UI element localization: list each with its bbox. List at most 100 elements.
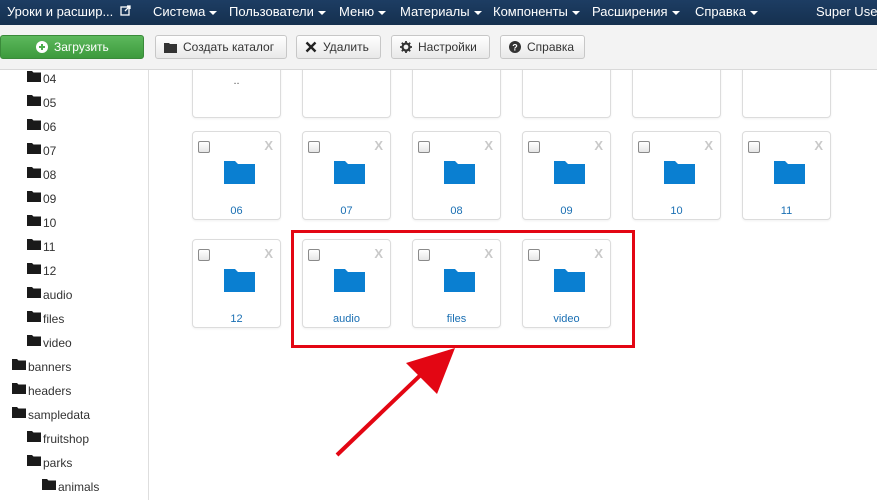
tree-item-audio[interactable]: audio (27, 287, 72, 303)
tree-item-sampledata[interactable]: sampledata (12, 407, 90, 423)
tree-item-video[interactable]: video (27, 335, 72, 351)
delete-button[interactable]: Удалить (296, 35, 381, 59)
tree-item-11[interactable]: 11 (27, 239, 55, 255)
select-checkbox[interactable] (308, 141, 320, 153)
tree-item-08[interactable]: 08 (27, 167, 56, 183)
delete-x-icon[interactable]: X (814, 138, 823, 153)
tree-item-06[interactable]: 06 (27, 119, 56, 135)
delete-button-label: Удалить (323, 40, 369, 54)
chevron-down-icon (571, 10, 580, 15)
select-checkbox[interactable] (528, 141, 540, 153)
upload-button[interactable]: Загрузить (0, 35, 144, 59)
tile-label: 11 (780, 205, 793, 217)
help-button-label: Справка (527, 40, 575, 54)
tile-label: 02 (413, 70, 500, 73)
tile-label: .. (233, 75, 240, 87)
folder-icon (27, 95, 41, 106)
folder-tile-05[interactable]: 05 (742, 70, 831, 118)
folder-icon (224, 161, 255, 184)
menu-menus-label: Меню (339, 4, 375, 19)
menu-system-label: Система (153, 4, 206, 19)
tile-label: 09 (560, 205, 573, 217)
settings-button[interactable]: Настройки (391, 35, 490, 59)
folder-tile-07[interactable]: X 07 (302, 131, 391, 220)
folder-tile-01[interactable]: 01 (302, 70, 391, 118)
tree-item-05[interactable]: 05 (27, 95, 56, 111)
menu-extensions[interactable]: Расширения (592, 4, 680, 19)
tree-item-animals[interactable]: animals (42, 479, 99, 495)
menu-menus[interactable]: Меню (339, 4, 387, 19)
tree-item-label: audio (43, 288, 73, 302)
tree-item-label: files (43, 312, 65, 326)
tree-item-10[interactable]: 10 (27, 215, 56, 231)
tree-item-label: video (43, 336, 72, 350)
tile-label: 03 (523, 70, 610, 73)
folder-icon (27, 311, 41, 322)
tree-item-label: parks (43, 456, 73, 470)
chevron-down-icon (473, 10, 482, 15)
gear-icon (400, 41, 412, 53)
select-checkbox[interactable] (198, 141, 210, 153)
tree-item-07[interactable]: 07 (27, 143, 56, 159)
menu-components[interactable]: Компоненты (493, 4, 580, 19)
folder-tile-06[interactable]: X 06 (192, 131, 281, 220)
menu-system[interactable]: Система (153, 4, 218, 19)
select-checkbox[interactable] (638, 141, 650, 153)
delete-x-icon[interactable]: X (264, 246, 273, 261)
folder-icon (334, 161, 365, 184)
question-circle-icon: ? (509, 41, 521, 53)
menu-help[interactable]: Справка (695, 4, 758, 19)
folder-icon (27, 431, 41, 442)
delete-x-icon[interactable]: X (374, 138, 383, 153)
tile-label: 01 (303, 70, 390, 73)
menu-users[interactable]: Пользователи (229, 4, 326, 19)
tree-item-label: 10 (43, 216, 57, 230)
menu-users-label: Пользователи (229, 4, 314, 19)
plus-circle-icon (36, 41, 48, 53)
user-menu[interactable]: Super User (816, 4, 877, 19)
external-link-icon[interactable] (120, 5, 131, 16)
tree-item-banners[interactable]: banners (12, 359, 71, 375)
select-checkbox[interactable] (418, 141, 430, 153)
select-checkbox[interactable] (748, 141, 760, 153)
toolbar: Загрузить Создать каталог Удалить Настро… (0, 25, 877, 70)
tree-item-files[interactable]: files (27, 311, 64, 327)
delete-x-icon[interactable]: X (704, 138, 713, 153)
folder-tile-10[interactable]: X 10 (632, 131, 721, 220)
tree-item-parks[interactable]: parks (27, 455, 72, 471)
menu-content[interactable]: Материалы (400, 4, 482, 19)
tree-item-label: 09 (43, 192, 57, 206)
menu-help-label: Справка (695, 4, 746, 19)
tree-item-label: 08 (43, 168, 57, 182)
delete-x-icon[interactable]: X (264, 138, 273, 153)
tree-item-label: 04 (43, 72, 57, 86)
folder-tile-up[interactable]: .. (192, 70, 281, 118)
help-button[interactable]: ? Справка (500, 35, 585, 59)
delete-x-icon[interactable]: X (594, 138, 603, 153)
delete-x-icon[interactable]: X (484, 138, 493, 153)
tile-label: 12 (230, 313, 243, 325)
folder-icon (27, 455, 41, 466)
select-checkbox[interactable] (198, 249, 210, 261)
folder-tile-04[interactable]: 04 (632, 70, 721, 118)
create-folder-button-label: Создать каталог (183, 40, 275, 54)
tile-label: 05 (743, 70, 830, 73)
tree-item-09[interactable]: 09 (27, 191, 56, 207)
tree-item-headers[interactable]: headers (12, 383, 71, 399)
folder-tile-12[interactable]: X 12 (192, 239, 281, 328)
create-folder-button[interactable]: Создать каталог (155, 35, 287, 59)
folder-icon (27, 143, 41, 154)
tree-item-label: 05 (43, 96, 57, 110)
tree-item-fruitshop[interactable]: fruitshop (27, 431, 89, 447)
folder-tile-09[interactable]: X 09 (522, 131, 611, 220)
folder-tile-02[interactable]: 02 (412, 70, 501, 118)
folder-tile-11[interactable]: X 11 (742, 131, 831, 220)
folder-tile-03[interactable]: 03 (522, 70, 611, 118)
folder-icon (12, 407, 26, 418)
chevron-down-icon (209, 10, 218, 15)
tree-item-04[interactable]: 04 (27, 71, 56, 87)
tree-item-12[interactable]: 12 (27, 263, 56, 279)
site-title-link[interactable]: Уроки и расшир... (7, 4, 113, 19)
folder-tile-08[interactable]: X 08 (412, 131, 501, 220)
tree-item-label: banners (28, 360, 72, 374)
